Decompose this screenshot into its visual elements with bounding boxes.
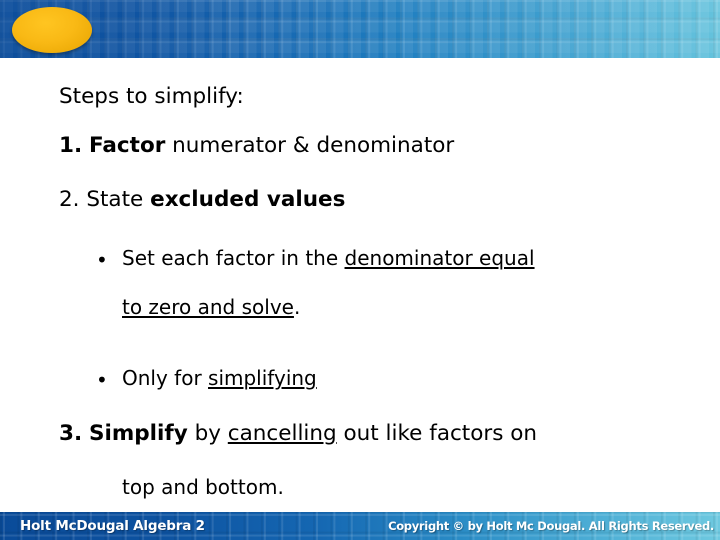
step-1-bold-word: Factor xyxy=(88,133,166,158)
step-2-number: 2. xyxy=(59,187,80,212)
slide: Multiplying and Dividing Rational Expres… xyxy=(0,0,720,540)
step-3-underlined: cancelling xyxy=(227,421,337,446)
page-title: Multiplying and Dividing Rational Expres… xyxy=(108,2,428,59)
bullet-1-underlined-b: to zero and solve xyxy=(122,295,294,319)
bullet-1-line-2: to zero and solve. xyxy=(122,295,300,319)
bullet-marker-1: • xyxy=(96,248,108,272)
bullet-2-underlined: simplifying xyxy=(208,366,317,390)
slide-header-banner: Multiplying and Dividing Rational Expres… xyxy=(0,0,720,58)
bullet-1-line-1: Set each factor in the denominator equal xyxy=(122,246,535,270)
intro-line: Steps to simplify: xyxy=(59,84,244,109)
bullet-2-line: Only for simplifying xyxy=(122,366,317,390)
step-1-number: 1. xyxy=(59,133,83,158)
bullet-1-underlined-a: denominator equal xyxy=(344,246,535,270)
step-1-line: 1. Factor numerator & denominator xyxy=(59,133,454,158)
step-1-rest: numerator & denominator xyxy=(165,133,455,158)
step-3-mid-before: by xyxy=(187,421,228,446)
step-3-line-1: 3. Simplify by cancelling out like facto… xyxy=(59,421,537,446)
step-3-mid-after: out like factors on xyxy=(336,421,538,446)
step-2-line: 2. State excluded values xyxy=(59,187,345,212)
bullet-2-plain: Only for xyxy=(122,366,209,390)
step-2-bold-words: excluded values xyxy=(150,187,346,212)
bullet-1-plain: Set each factor in the xyxy=(122,246,345,270)
slide-content: Steps to simplify: 1. Factor numerator &… xyxy=(0,58,720,512)
yellow-ellipse-icon xyxy=(12,7,92,53)
bullet-1-trailing: . xyxy=(293,295,301,319)
bullet-marker-2: • xyxy=(96,368,108,392)
step-3-line-2: top and bottom. xyxy=(122,475,284,499)
step-2-lead: State xyxy=(86,187,151,212)
step-3-number: 3. xyxy=(59,421,83,446)
step-3-bold-word: Simplify xyxy=(88,421,188,446)
slide-footer-bar: Holt McDougal Algebra 2 Copyright © by H… xyxy=(0,512,720,540)
footer-copyright: Copyright © by Holt Mc Dougal. All Right… xyxy=(388,519,714,533)
footer-book-title: Holt McDougal Algebra 2 xyxy=(20,518,205,534)
